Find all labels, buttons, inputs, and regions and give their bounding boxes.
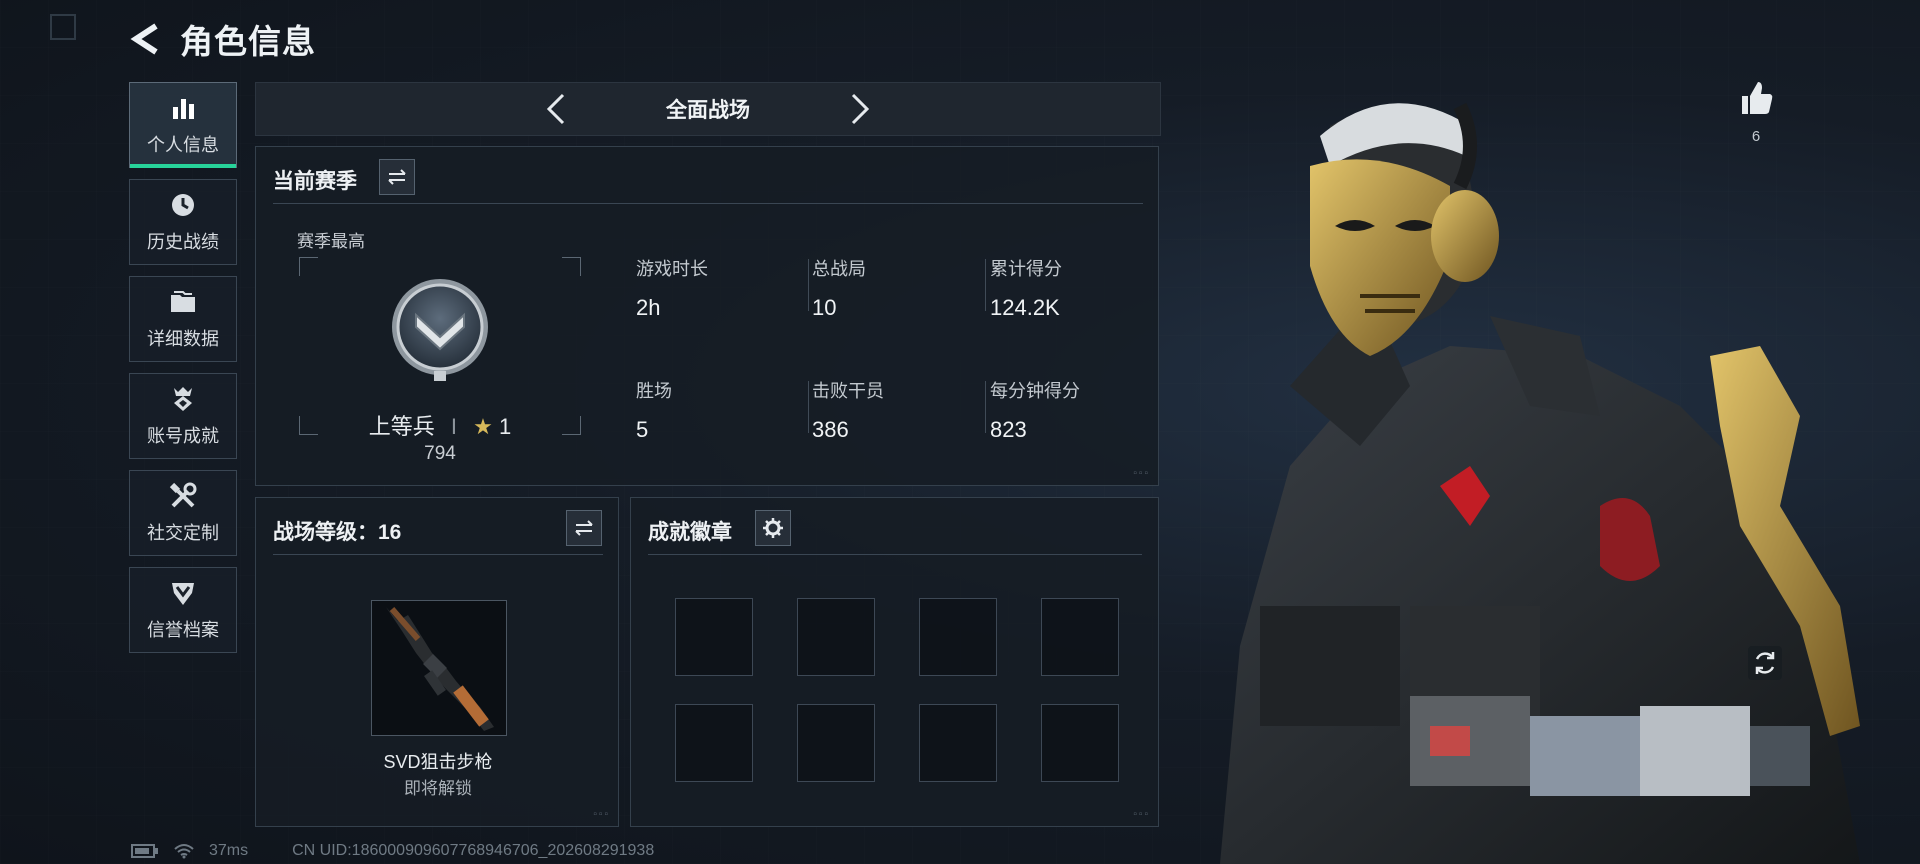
thumbs-up-icon[interactable] [1736, 78, 1776, 118]
stat-score-per-minute: 每分钟得分 823 [990, 377, 1080, 443]
badge-slot[interactable] [675, 704, 753, 782]
level-switch-button[interactable] [566, 510, 602, 546]
rank-stars: 1 [499, 414, 512, 439]
rank-frame: 上等兵 I ★ 1 794 [299, 257, 581, 464]
season-title: 当前赛季 [273, 170, 357, 193]
wifi-icon [174, 844, 194, 859]
stat-label: 胜场 [636, 381, 672, 401]
sidebar-item-detail-data[interactable]: 详细数据 [129, 276, 237, 362]
clock-icon [172, 194, 194, 216]
stat-separator [985, 259, 986, 311]
battery-icon [131, 844, 158, 858]
stat-label: 游戏时长 [636, 259, 708, 279]
stat-value: 823 [990, 417, 1027, 442]
level-title: 战场等级：16 [273, 521, 402, 544]
sidebar-item-label: 个人信息 [147, 135, 219, 155]
sniper-rifle-icon [386, 607, 494, 731]
back-arrow-icon[interactable] [128, 20, 166, 58]
credit-shield-icon [172, 583, 194, 605]
stat-label: 每分钟得分 [990, 381, 1080, 401]
season-panel: 当前赛季 赛季最高 上等兵 I ★ 1 794 游戏时长 2h 总战局 10 累… [255, 146, 1159, 486]
sidebar-item-label: 历史战绩 [147, 232, 219, 252]
frame-corner [299, 257, 318, 276]
panel-corner-deco: ▫▫▫ [1133, 809, 1150, 820]
stat-value: 386 [812, 417, 849, 442]
user-uid: CN UID:1860009096077689467​06_2026082919… [292, 842, 655, 859]
sidebar: 个人信息 历史战绩 详细数据 账号成就 社交定制 信誉档案 [129, 82, 239, 664]
character-model[interactable] [1160, 86, 1880, 864]
sidebar-item-personal-info[interactable]: 个人信息 [129, 82, 237, 168]
badge-slot[interactable] [919, 704, 997, 782]
rank-separator: I [450, 414, 458, 439]
badge-slot[interactable] [797, 598, 875, 676]
rank-name: 上等兵 [368, 414, 435, 439]
sidebar-item-history[interactable]: 历史战绩 [129, 179, 237, 265]
frame-corner [562, 257, 581, 276]
stat-value: 124.2K [990, 295, 1060, 320]
badges-settings-button[interactable] [755, 510, 791, 546]
rank-badge-icon [392, 279, 488, 381]
badge-slot[interactable] [675, 598, 753, 676]
season-best-label: 赛季最高 [297, 232, 365, 251]
stat-label: 累计得分 [990, 259, 1062, 279]
stat-value: 5 [636, 417, 649, 442]
like-count: 6 [1751, 128, 1761, 145]
badge-slot[interactable] [919, 598, 997, 676]
sidebar-item-label: 社交定制 [147, 523, 219, 543]
sidebar-item-label: 信誉档案 [147, 620, 219, 640]
mode-selector: 全面战场 [255, 82, 1161, 136]
season-switch-button[interactable] [379, 159, 415, 195]
page-title: 角色信息 [180, 23, 316, 60]
badges-divider [648, 554, 1142, 555]
tools-icon [169, 482, 197, 508]
battlefield-level-panel: 战场等级：16 SVD狙击步枪 即将解锁 ▫▫▫ [255, 497, 619, 827]
badges-title: 成就徽章 [648, 521, 732, 544]
season-divider [273, 203, 1143, 204]
stat-value: 2h [636, 295, 661, 320]
stat-play-time: 游戏时长 2h [636, 255, 708, 321]
swap-icon [388, 169, 406, 185]
weapon-status: 即将解锁 [404, 779, 472, 798]
panel-corner-deco: ▫▫▫ [593, 809, 610, 820]
ping-value: 37ms [209, 842, 249, 859]
sidebar-item-label: 账号成就 [147, 426, 219, 446]
gear-icon [763, 518, 783, 538]
sidebar-item-label: 详细数据 [147, 329, 219, 349]
panel-corner-deco: ▫▫▫ [1133, 468, 1150, 479]
achievement-icon [174, 387, 192, 411]
header: 角色信息 [128, 14, 316, 64]
swap-icon [575, 520, 593, 536]
stat-value: 10 [812, 295, 837, 320]
folder-icon [171, 291, 195, 312]
stat-separator [985, 381, 986, 433]
mode-title: 全面战场 [666, 99, 750, 122]
badge-slot[interactable] [1041, 598, 1119, 676]
bar-chart-icon [173, 99, 194, 119]
level-divider [273, 554, 603, 555]
weapon-reward-slot[interactable] [371, 600, 507, 736]
stat-kills: 击败干员 386 [812, 377, 884, 443]
sidebar-item-social-custom[interactable]: 社交定制 [129, 470, 237, 556]
stat-label: 击败干员 [812, 381, 884, 401]
status-bar: 37ms CN UID:1860009096077689467​06_20260… [131, 842, 654, 860]
corner-mark [50, 14, 76, 40]
weapon-name: SVD狙击步枪 [383, 752, 493, 772]
badge-slot[interactable] [1041, 704, 1119, 782]
rank-points: 794 [424, 443, 456, 464]
sidebar-item-credit-profile[interactable]: 信誉档案 [129, 567, 237, 653]
rank-name-row: 上等兵 I ★ 1 [299, 409, 581, 441]
stat-total-matches: 总战局 10 [812, 255, 866, 321]
rotate-model-button[interactable] [1748, 646, 1782, 680]
star-icon: ★ [473, 414, 493, 439]
previous-mode-button[interactable] [539, 91, 575, 127]
next-mode-button[interactable] [841, 91, 877, 127]
stat-separator [808, 259, 809, 311]
badge-slot[interactable] [797, 704, 875, 782]
stat-separator [808, 381, 809, 433]
stat-label: 总战局 [812, 259, 866, 279]
achievement-badges-panel: 成就徽章 ▫▫▫ [630, 497, 1159, 827]
stat-wins: 胜场 5 [636, 377, 672, 443]
sidebar-item-achievements[interactable]: 账号成就 [129, 373, 237, 459]
stat-total-score: 累计得分 124.2K [990, 255, 1062, 321]
